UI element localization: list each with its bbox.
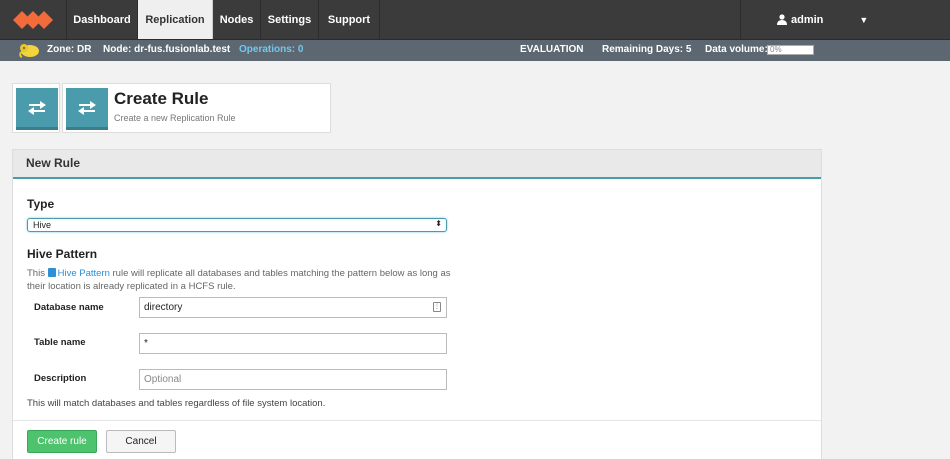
section-title: Hive Pattern xyxy=(27,247,98,261)
tab-settings[interactable]: Settings xyxy=(261,0,319,39)
keyboard-icon[interactable]: ⋮ xyxy=(433,302,441,312)
match-note: This will match databases and tables reg… xyxy=(27,398,326,409)
hive-pattern-link[interactable]: Hive Pattern xyxy=(58,268,110,279)
license-status: EVALUATION xyxy=(520,44,584,55)
create-rule-button[interactable]: Create rule xyxy=(27,430,97,453)
operations-link[interactable]: Operations: 0 xyxy=(239,44,303,55)
user-name: admin xyxy=(791,13,824,26)
rule-description: This Hive Pattern rule will replicate al… xyxy=(27,267,457,293)
database-name-input[interactable]: directory ⋮ xyxy=(139,297,447,318)
top-navbar: Dashboard Replication Nodes Settings Sup… xyxy=(0,0,950,40)
section-icon-card xyxy=(12,83,60,133)
new-rule-panel: New Rule Type Hive ⬍ Hive Pattern This H… xyxy=(12,149,822,459)
replication-arrows-icon xyxy=(16,88,58,130)
page-header: Create Rule Create a new Replication Rul… xyxy=(62,83,331,133)
replication-arrows-icon xyxy=(66,88,108,130)
desc-text: This xyxy=(27,268,48,279)
table-name-input[interactable]: * xyxy=(139,333,447,354)
status-bar: Zone: DR Node: dr-fus.fusionlab.test Ope… xyxy=(0,40,950,61)
database-name-value: directory xyxy=(144,302,183,313)
cancel-button[interactable]: Cancel xyxy=(106,430,176,453)
tab-replication[interactable]: Replication xyxy=(138,0,213,39)
description-label: Description xyxy=(34,373,87,384)
select-arrows-icon: ⬍ xyxy=(435,219,442,228)
user-menu[interactable]: admin ▼ xyxy=(740,0,950,39)
type-select[interactable]: Hive ⬍ xyxy=(27,218,447,232)
logo-icon[interactable] xyxy=(0,0,67,40)
tab-support[interactable]: Support xyxy=(319,0,380,39)
book-icon xyxy=(47,268,56,277)
type-select-value: Hive xyxy=(33,220,52,230)
page-title: Create Rule xyxy=(114,89,209,108)
node-label: Node: dr-fus.fusionlab.test xyxy=(103,44,231,55)
user-icon xyxy=(777,14,787,25)
hadoop-elephant-icon xyxy=(19,44,39,58)
database-name-label: Database name xyxy=(34,302,104,313)
panel-title: New Rule xyxy=(13,150,821,179)
table-name-label: Table name xyxy=(34,337,86,348)
data-volume-bar: 0% xyxy=(767,45,814,55)
tab-dashboard[interactable]: Dashboard xyxy=(67,0,138,39)
zone-label: Zone: DR xyxy=(47,44,92,55)
page-subtitle: Create a new Replication Rule xyxy=(114,113,236,123)
tab-nodes[interactable]: Nodes xyxy=(213,0,261,39)
remaining-days: Remaining Days: 5 xyxy=(602,44,692,55)
chevron-down-icon: ▼ xyxy=(859,14,869,25)
type-label: Type xyxy=(27,197,55,211)
description-input[interactable]: Optional xyxy=(139,369,447,390)
form-footer: Create rule Cancel xyxy=(13,420,821,459)
data-volume-label: Data volume: xyxy=(705,44,768,55)
